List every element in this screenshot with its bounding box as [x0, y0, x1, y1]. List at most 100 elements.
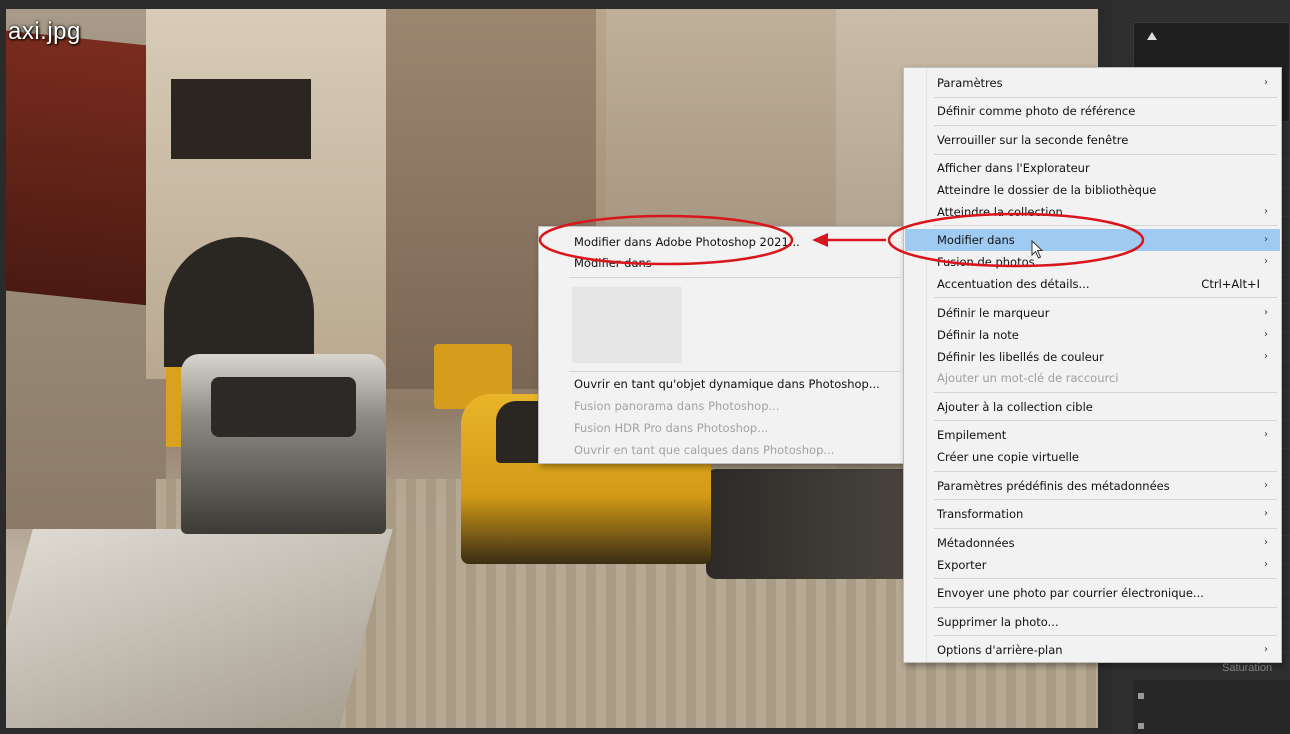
snow-patch: [6, 529, 393, 728]
menu-item-show-explorer[interactable]: Afficher dans l'Explorateur: [905, 157, 1280, 179]
menu-item-label: Définir la note: [937, 328, 1019, 342]
menu-item-library-folder[interactable]: Atteindre le dossier de la bibliothèque: [905, 179, 1280, 201]
shadow-clipping-icon[interactable]: [1147, 32, 1157, 40]
suv-windshield: [211, 377, 356, 437]
building-window: [171, 79, 311, 159]
menu-item-label: Transformation: [937, 507, 1024, 521]
menu-item-virtual-copy[interactable]: Créer une copie virtuelle: [905, 446, 1280, 468]
menu-separator: [934, 635, 1277, 636]
menu-item-label: Options d'arrière-plan: [937, 643, 1063, 657]
saturation-label: Saturation: [1222, 662, 1273, 674]
submenu-item-edit-in[interactable]: Modifier dans: [540, 252, 904, 274]
menu-item-label: Empilement: [937, 428, 1007, 442]
menu-item-set-rating[interactable]: Définir la note ›: [905, 324, 1280, 346]
menu-separator: [934, 471, 1277, 472]
menu-separator: [934, 97, 1277, 98]
chevron-right-icon: ›: [1264, 307, 1268, 318]
menu-separator: [934, 125, 1277, 126]
menu-item-export[interactable]: Exporter ›: [905, 554, 1280, 576]
menu-separator: [934, 420, 1277, 421]
menu-item-parametres[interactable]: Paramètres ›: [905, 72, 1280, 94]
edit-in-submenu: Modifier dans Adobe Photoshop 2021... Mo…: [538, 226, 906, 464]
menu-item-set-flag[interactable]: Définir le marqueur ›: [905, 302, 1280, 324]
menu-item-label: Ajouter à la collection cible: [937, 400, 1093, 414]
menu-separator: [934, 225, 1277, 226]
submenu-item-layers: Ouvrir en tant que calques dans Photosho…: [540, 439, 904, 461]
menu-item-enhance-details[interactable]: Accentuation des détails... Ctrl+Alt+I: [905, 273, 1280, 295]
menu-item-photo-merge[interactable]: Fusion de photos ›: [905, 251, 1280, 273]
menu-separator: [934, 578, 1277, 579]
submenu-item-label: Modifier dans: [574, 256, 652, 270]
chevron-right-icon: ›: [1264, 329, 1268, 340]
panel-toggle-icon[interactable]: [1138, 723, 1144, 729]
menu-item-transform[interactable]: Transformation ›: [905, 503, 1280, 525]
photo-context-menu: Paramètres › Définir comme photo de référ…: [903, 67, 1282, 663]
menu-item-metadata-presets[interactable]: Paramètres prédéfinis des métadonnées ›: [905, 475, 1280, 497]
menu-item-label: Atteindre la collection: [937, 205, 1063, 219]
submenu-item-panorama: Fusion panorama dans Photoshop...: [540, 395, 904, 417]
menu-item-label: Définir comme photo de référence: [937, 104, 1136, 118]
submenu-item-label: Fusion panorama dans Photoshop...: [574, 399, 780, 413]
chevron-right-icon: ›: [1264, 351, 1268, 362]
menu-item-label: Afficher dans l'Explorateur: [937, 161, 1090, 175]
menu-item-stacking[interactable]: Empilement ›: [905, 424, 1280, 446]
panel-footer: [1133, 680, 1290, 734]
menu-separator: [934, 528, 1277, 529]
shortcut-label: Ctrl+Alt+I: [1201, 277, 1260, 291]
menu-separator: [934, 154, 1277, 155]
menu-item-go-collection[interactable]: Atteindre la collection ›: [905, 201, 1280, 223]
menu-item-label: Modifier dans: [937, 233, 1015, 247]
menu-item-metadata[interactable]: Métadonnées ›: [905, 532, 1280, 554]
menu-item-edit-in[interactable]: Modifier dans ›: [905, 229, 1280, 251]
menu-item-label: Créer une copie virtuelle: [937, 450, 1079, 464]
menu-item-label: Fusion de photos: [937, 255, 1035, 269]
menu-item-label: Ajouter un mot-clé de raccourci: [937, 371, 1119, 385]
menu-item-label: Atteindre le dossier de la bibliothèque: [937, 183, 1157, 197]
menu-item-label: Définir les libellés de couleur: [937, 350, 1104, 364]
menu-item-reference-photo[interactable]: Définir comme photo de référence: [905, 100, 1280, 122]
menu-item-label: Paramètres prédéfinis des métadonnées: [937, 479, 1170, 493]
menu-item-label: Paramètres: [937, 76, 1003, 90]
menu-item-label: Accentuation des détails...: [937, 277, 1090, 291]
menu-item-background-options[interactable]: Options d'arrière-plan ›: [905, 639, 1280, 661]
menu-item-label: Métadonnées: [937, 536, 1015, 550]
submenu-item-hdr: Fusion HDR Pro dans Photoshop...: [540, 417, 904, 439]
menu-item-shortcut-keyword: Ajouter un mot-clé de raccourci: [905, 367, 1280, 389]
panel-toggle-icon[interactable]: [1138, 693, 1144, 699]
chevron-right-icon: ›: [1264, 77, 1268, 88]
mouse-pointer-icon: [1031, 240, 1044, 259]
chevron-right-icon: ›: [1264, 537, 1268, 548]
menu-item-delete-photo[interactable]: Supprimer la photo...: [905, 611, 1280, 633]
app-icon-placeholder: [572, 287, 682, 363]
menu-item-lock-second-window[interactable]: Verrouiller sur la seconde fenêtre: [905, 129, 1280, 151]
menu-separator: [934, 392, 1277, 393]
chevron-right-icon: ›: [1264, 480, 1268, 491]
menu-item-email-photo[interactable]: Envoyer une photo par courrier électroni…: [905, 582, 1280, 604]
chevron-right-icon: ›: [1264, 256, 1268, 267]
submenu-item-edit-photoshop[interactable]: Modifier dans Adobe Photoshop 2021...: [540, 231, 904, 253]
submenu-item-label: Ouvrir en tant qu'objet dynamique dans P…: [574, 377, 880, 391]
parked-cars: [706, 469, 916, 579]
menu-item-label: Supprimer la photo...: [937, 615, 1059, 629]
menu-item-target-collection[interactable]: Ajouter à la collection cible: [905, 396, 1280, 418]
chevron-right-icon: ›: [1264, 559, 1268, 570]
menu-separator: [569, 371, 901, 372]
submenu-item-smart-object[interactable]: Ouvrir en tant qu'objet dynamique dans P…: [540, 373, 904, 395]
menu-item-label: Envoyer une photo par courrier électroni…: [937, 586, 1204, 600]
chevron-right-icon: ›: [1264, 234, 1268, 245]
red-awning: [6, 30, 166, 308]
chevron-right-icon: ›: [1264, 508, 1268, 519]
chevron-right-icon: ›: [1264, 429, 1268, 440]
submenu-item-label: Modifier dans Adobe Photoshop 2021...: [574, 235, 800, 249]
chevron-right-icon: ›: [1264, 206, 1268, 217]
photo-filename: axi.jpg: [8, 18, 81, 45]
menu-separator: [934, 499, 1277, 500]
menu-separator: [569, 277, 901, 278]
menu-item-label: Verrouiller sur la seconde fenêtre: [937, 133, 1129, 147]
menu-item-color-labels[interactable]: Définir les libellés de couleur ›: [905, 346, 1280, 368]
chevron-right-icon: ›: [1264, 644, 1268, 655]
menu-item-label: Exporter: [937, 558, 987, 572]
menu-item-label: Définir le marqueur: [937, 306, 1050, 320]
submenu-item-label: Fusion HDR Pro dans Photoshop...: [574, 421, 769, 435]
menu-separator: [934, 297, 1277, 298]
